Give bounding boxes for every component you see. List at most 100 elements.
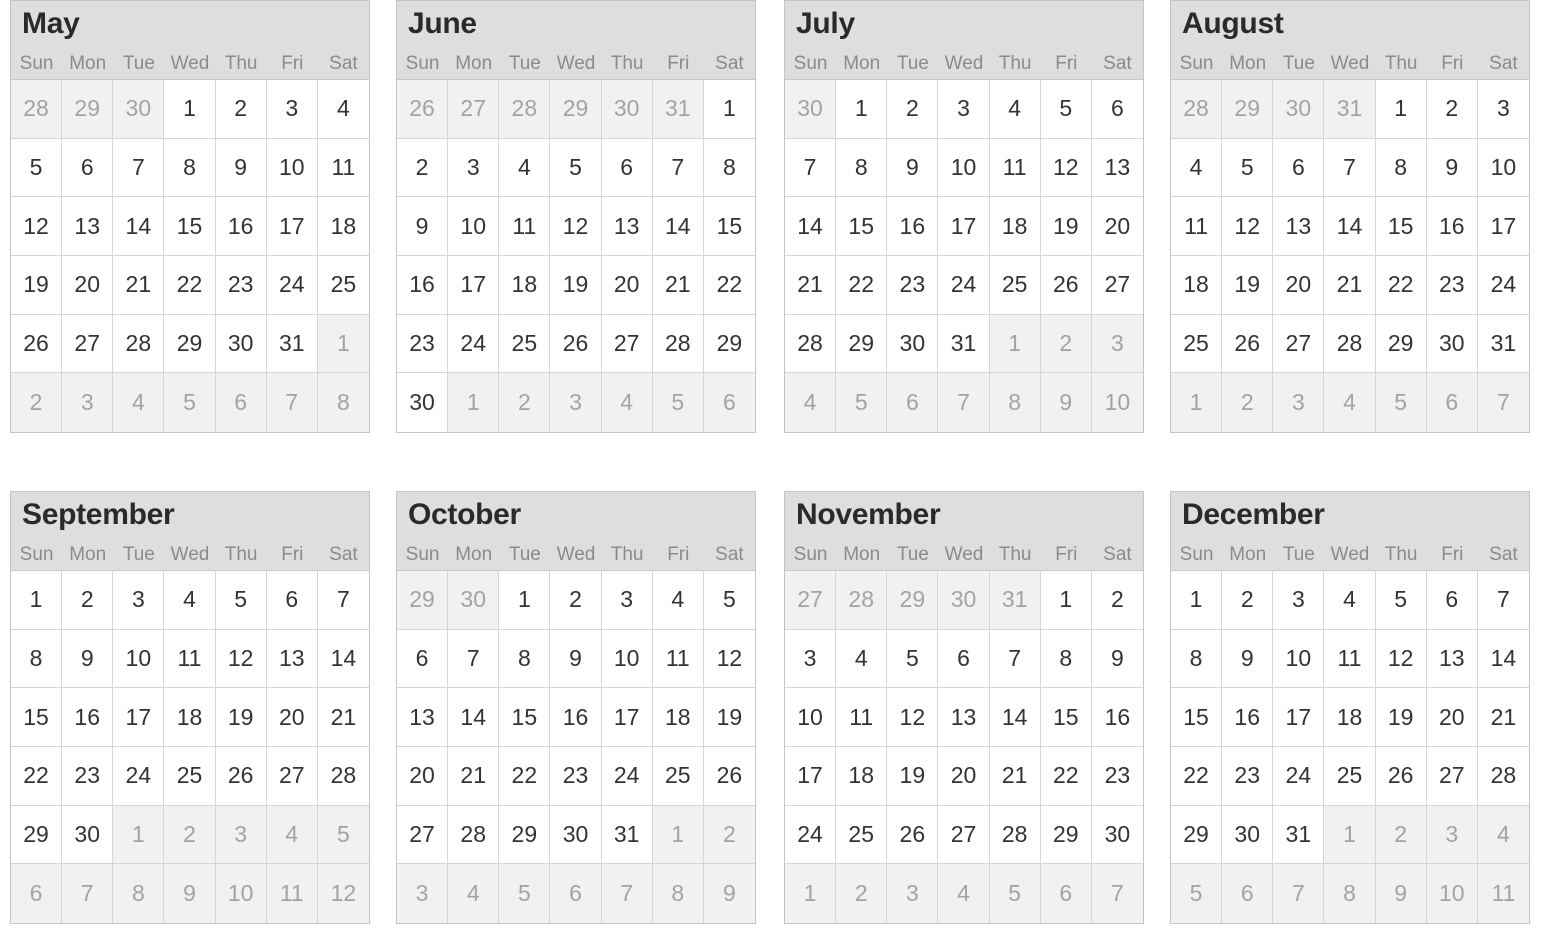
day-cell-adjacent-month[interactable]: 5 [499,864,551,923]
day-cell[interactable]: 1 [703,80,755,139]
day-cell[interactable]: 6 [62,138,114,198]
day-cell[interactable]: 16 [550,688,602,747]
day-cell[interactable]: 27 [601,314,653,374]
day-cell[interactable]: 6 [397,629,449,689]
day-cell[interactable]: 18 [317,197,369,256]
day-cell[interactable]: 8 [836,138,888,198]
day-cell[interactable]: 29 [1375,314,1427,374]
day-cell-adjacent-month[interactable]: 3 [550,373,602,432]
day-cell[interactable]: 30 [550,805,602,865]
day-cell[interactable]: 31 [601,805,653,865]
day-cell-adjacent-month[interactable]: 4 [785,373,837,432]
day-cell[interactable]: 6 [938,629,990,689]
day-cell[interactable]: 5 [1040,80,1092,139]
day-cell-adjacent-month[interactable]: 3 [397,864,449,923]
day-cell[interactable]: 5 [887,629,939,689]
day-cell-adjacent-month[interactable]: 10 [215,864,267,923]
day-cell[interactable]: 1 [1171,571,1223,630]
day-cell[interactable]: 28 [317,747,369,806]
day-cell[interactable]: 19 [703,688,755,747]
day-cell-adjacent-month[interactable]: 29 [1222,80,1274,139]
day-cell-adjacent-month[interactable]: 4 [601,373,653,432]
day-cell-adjacent-month[interactable]: 5 [989,864,1041,923]
day-cell[interactable]: 23 [887,256,939,315]
day-cell[interactable]: 20 [601,256,653,315]
day-cell[interactable]: 31 [938,314,990,374]
day-cell[interactable]: 1 [11,571,63,630]
day-cell[interactable]: 17 [1273,688,1325,747]
day-cell[interactable]: 27 [62,314,114,374]
day-cell[interactable]: 16 [1222,688,1274,747]
day-cell[interactable]: 26 [11,314,63,374]
day-cell[interactable]: 5 [703,571,755,630]
day-cell[interactable]: 25 [1324,747,1376,806]
day-cell-adjacent-month[interactable]: 6 [550,864,602,923]
day-cell[interactable]: 14 [652,197,704,256]
day-cell[interactable]: 27 [1426,747,1478,806]
day-cell-adjacent-month[interactable]: 2 [1222,373,1274,432]
day-cell[interactable]: 20 [938,747,990,806]
day-cell[interactable]: 7 [1477,571,1529,630]
day-cell-adjacent-month[interactable]: 5 [164,373,216,432]
day-cell-adjacent-month[interactable]: 3 [1426,805,1478,865]
day-cell[interactable]: 31 [1477,314,1529,374]
day-cell-adjacent-month[interactable]: 28 [11,80,63,139]
day-cell[interactable]: 28 [113,314,165,374]
day-cell[interactable]: 4 [499,138,551,198]
day-cell[interactable]: 15 [11,688,63,747]
day-cell-adjacent-month[interactable]: 28 [1171,80,1223,139]
day-cell[interactable]: 25 [836,805,888,865]
day-cell-adjacent-month[interactable]: 2 [836,864,888,923]
day-cell-adjacent-month[interactable]: 2 [499,373,551,432]
day-cell-adjacent-month[interactable]: 30 [448,571,500,630]
day-cell[interactable]: 7 [1324,138,1376,198]
day-cell-adjacent-month[interactable]: 5 [317,805,369,865]
day-cell[interactable]: 14 [989,688,1041,747]
day-cell[interactable]: 12 [550,197,602,256]
day-cell[interactable]: 24 [448,314,500,374]
day-cell[interactable]: 5 [215,571,267,630]
day-cell[interactable]: 7 [317,571,369,630]
day-cell[interactable]: 3 [938,80,990,139]
day-cell[interactable]: 23 [397,314,449,374]
day-cell[interactable]: 3 [1273,571,1325,630]
day-cell[interactable]: 8 [1040,629,1092,689]
day-cell[interactable]: 6 [1273,138,1325,198]
day-cell-adjacent-month[interactable]: 30 [785,80,837,139]
day-cell[interactable]: 7 [113,138,165,198]
day-cell-adjacent-month[interactable]: 7 [601,864,653,923]
day-cell[interactable]: 29 [1040,805,1092,865]
day-cell[interactable]: 21 [785,256,837,315]
day-cell[interactable]: 14 [113,197,165,256]
day-cell-adjacent-month[interactable]: 1 [448,373,500,432]
day-cell[interactable]: 25 [1171,314,1223,374]
day-cell[interactable]: 22 [1375,256,1427,315]
day-cell[interactable]: 12 [1375,629,1427,689]
day-cell-adjacent-month[interactable]: 8 [317,373,369,432]
day-cell[interactable]: 9 [62,629,114,689]
day-cell-adjacent-month[interactable]: 4 [1324,373,1376,432]
day-cell[interactable]: 26 [1040,256,1092,315]
day-cell[interactable]: 27 [397,805,449,865]
day-cell[interactable]: 9 [397,197,449,256]
day-cell-adjacent-month[interactable]: 7 [1477,373,1529,432]
day-cell[interactable]: 13 [938,688,990,747]
day-cell-adjacent-month[interactable]: 2 [11,373,63,432]
day-cell[interactable]: 25 [989,256,1041,315]
day-cell[interactable]: 16 [62,688,114,747]
day-cell[interactable]: 4 [317,80,369,139]
day-cell[interactable]: 25 [499,314,551,374]
day-cell-adjacent-month[interactable]: 4 [448,864,500,923]
day-cell[interactable]: 3 [113,571,165,630]
day-cell-adjacent-month[interactable]: 5 [652,373,704,432]
day-cell[interactable]: 6 [266,571,318,630]
day-cell[interactable]: 12 [887,688,939,747]
day-cell[interactable]: 17 [1477,197,1529,256]
day-cell[interactable]: 10 [1273,629,1325,689]
day-cell[interactable]: 2 [1222,571,1274,630]
day-cell[interactable]: 19 [11,256,63,315]
day-cell[interactable]: 22 [164,256,216,315]
day-cell[interactable]: 24 [266,256,318,315]
day-cell[interactable]: 11 [164,629,216,689]
day-cell-adjacent-month[interactable]: 3 [887,864,939,923]
